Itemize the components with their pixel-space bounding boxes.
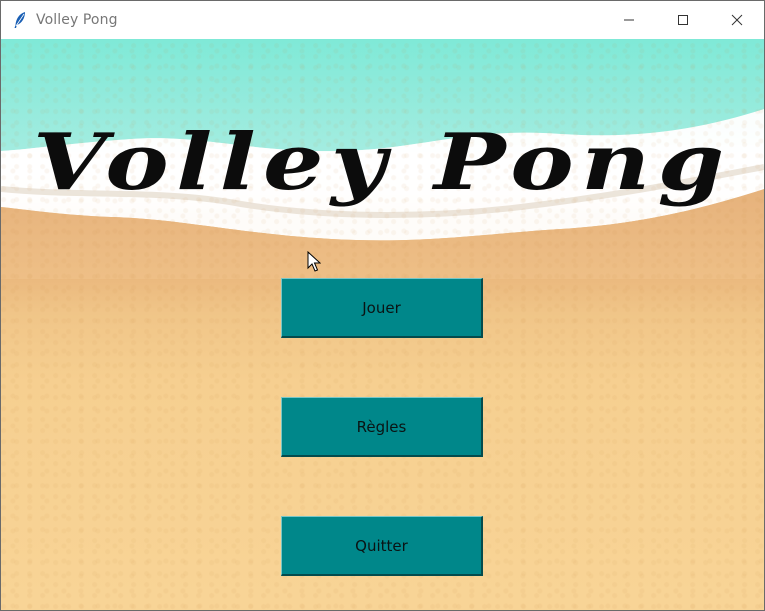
game-canvas[interactable]: Volley Pong Jouer Règles Quitter [1, 39, 764, 610]
title-bar[interactable]: Volley Pong [1, 1, 764, 39]
minimize-button[interactable] [602, 1, 656, 39]
close-button[interactable] [710, 1, 764, 39]
maximize-button[interactable] [656, 1, 710, 39]
feather-icon [13, 11, 27, 29]
window-title: Volley Pong [36, 12, 118, 28]
app-window: Volley Pong Volley Pong Jouer Règles Qui… [0, 0, 765, 611]
minimize-icon [623, 14, 635, 26]
play-button[interactable]: Jouer [281, 278, 483, 338]
mouse-cursor-icon [307, 250, 322, 273]
close-icon [731, 14, 743, 26]
game-title: Volley Pong [32, 117, 732, 208]
maximize-icon [677, 14, 689, 26]
quit-button[interactable]: Quitter [281, 516, 483, 576]
rules-button[interactable]: Règles [281, 397, 483, 457]
